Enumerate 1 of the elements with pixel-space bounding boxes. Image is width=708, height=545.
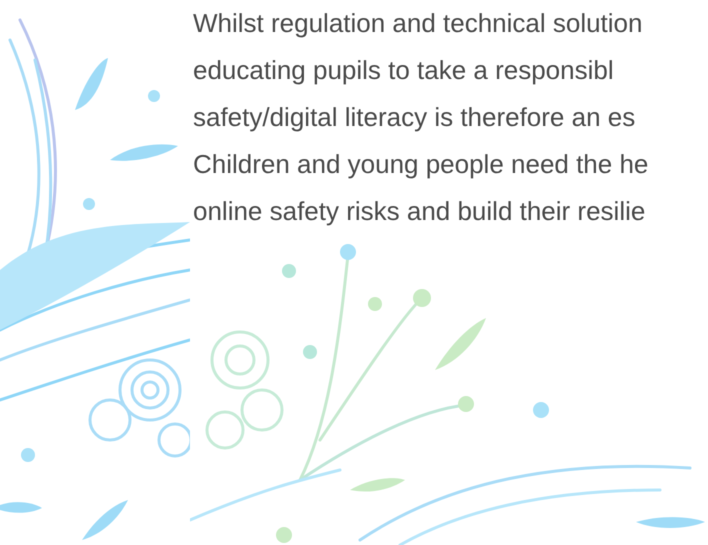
body-paragraph: Whilst regulation and technical solution educating pupils to take a responsibl safety/digital literacy is therefore an es Children and young people need the he online safety risks and build their resilie <box>192 7 650 228</box>
